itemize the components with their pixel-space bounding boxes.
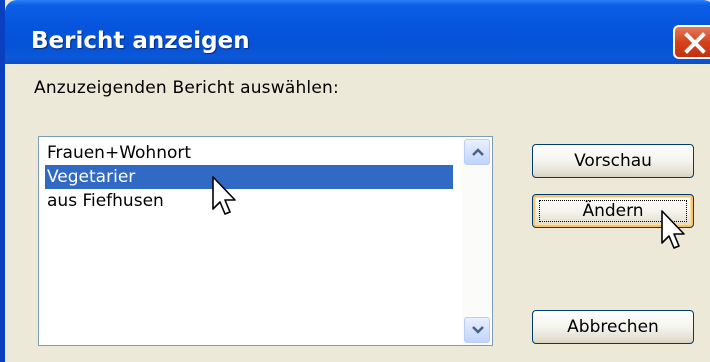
chevron-down-icon xyxy=(472,326,484,334)
list-item-frauen-wohnort[interactable]: Frauen+Wohnort xyxy=(45,141,453,165)
scroll-down-button[interactable] xyxy=(464,317,490,343)
dialog-body: Anzuzeigenden Bericht auswählen: Frauen+… xyxy=(5,64,710,362)
cancel-button[interactable]: Abbrechen xyxy=(532,310,694,344)
listbox-scrollbar[interactable] xyxy=(462,137,492,345)
close-x-icon xyxy=(684,32,706,54)
close-button[interactable] xyxy=(673,25,710,59)
window-title: Bericht anzeigen xyxy=(31,28,250,54)
list-item-vegetarier[interactable]: Vegetarier xyxy=(45,165,453,189)
report-listbox[interactable]: Frauen+Wohnort Vegetarier aus Fiefhusen xyxy=(38,136,493,346)
report-select-label: Anzuzeigenden Bericht auswählen: xyxy=(34,78,339,98)
arrow-cursor-icon xyxy=(661,210,685,249)
dialog-window: Bericht anzeigen Anzuzeigenden Bericht a… xyxy=(0,0,710,362)
chevron-up-icon xyxy=(472,148,484,156)
scroll-up-button[interactable] xyxy=(464,139,490,165)
preview-button[interactable]: Vorschau xyxy=(532,144,694,178)
title-bar[interactable]: Bericht anzeigen xyxy=(5,0,710,64)
list-item-aus-fiefhusen[interactable]: aus Fiefhusen xyxy=(45,189,453,213)
arrow-cursor-icon xyxy=(212,176,236,215)
